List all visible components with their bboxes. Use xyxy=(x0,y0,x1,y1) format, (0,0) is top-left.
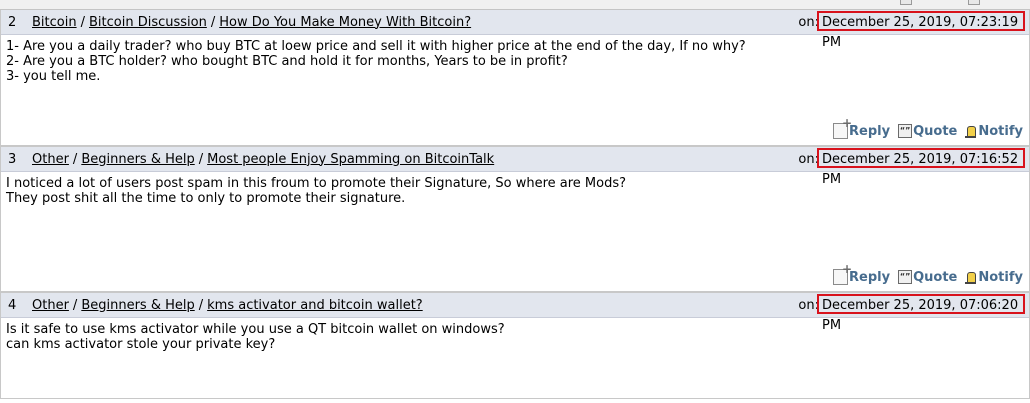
post-date: December 25, 2019, 07:16:52 PM xyxy=(817,148,1025,187)
topic-link[interactable]: How Do You Make Money With Bitcoin? xyxy=(219,15,471,30)
post-number: 3 xyxy=(8,151,17,167)
reply-label: Reply xyxy=(849,269,891,285)
breadcrumb: Other / Beginners & Help / kms activator and… xyxy=(32,297,423,313)
notify-button[interactable]: Notify xyxy=(965,124,1023,139)
post-body: 1- Are you a daily trader? who buy BTC a… xyxy=(1,35,1029,145)
notify-icon xyxy=(965,270,977,284)
post-number: 4 xyxy=(8,297,17,313)
post-3: 3 Other / Beginners & Help / Most people Enj… xyxy=(0,146,1030,292)
board-link[interactable]: Beginners & Help xyxy=(81,152,194,167)
quote-label: Quote xyxy=(913,269,958,285)
post-line: 3- you tell me. xyxy=(6,69,101,84)
board-link[interactable]: Other xyxy=(32,298,69,313)
notify-label: Notify xyxy=(978,123,1023,139)
post-line: 2- Are you a BTC holder? who bought BTC … xyxy=(6,54,568,69)
post-body: Is it safe to use kms activator while yo… xyxy=(1,318,1029,398)
post-line: can kms activator stole your private key… xyxy=(6,337,276,352)
quote-icon: “” xyxy=(898,270,913,284)
post-number: 2 xyxy=(8,14,17,30)
reply-button[interactable]: Reply xyxy=(833,262,891,285)
topic-link[interactable]: kms activator and bitcoin wallet? xyxy=(207,298,423,313)
quote-button[interactable]: “” Quote xyxy=(898,270,957,285)
post-4: 4 Other / Beginners & Help / kms activator a… xyxy=(0,292,1030,399)
post-header: 4 Other / Beginners & Help / kms activator a… xyxy=(1,292,1029,333)
reply-label: Reply xyxy=(849,123,891,139)
reply-icon xyxy=(833,262,852,285)
quote-label: Quote xyxy=(913,123,958,139)
post-actions: Reply “”Quote Notify xyxy=(833,116,1023,139)
post-line: I noticed a lot of users post spam in th… xyxy=(6,176,627,191)
post-header: 2 Bitcoin / Bitcoin Discussion / How Do You … xyxy=(1,10,1029,50)
post-2: 2 Bitcoin / Bitcoin Discussion / How Do You … xyxy=(0,10,1030,146)
previous-post-footer xyxy=(0,0,1030,10)
notify-label: Notify xyxy=(978,269,1023,285)
reply-icon xyxy=(833,116,852,139)
post-header: 3 Other / Beginners & Help / Most people Enj… xyxy=(1,146,1029,187)
on-label: on: xyxy=(798,152,819,167)
board-link[interactable]: Bitcoin Discussion xyxy=(89,15,207,30)
board-link[interactable]: Beginners & Help xyxy=(81,298,194,313)
post-line: They post shit all the time to only to p… xyxy=(6,191,406,206)
post-actions: Reply “”Quote Notify xyxy=(833,262,1023,285)
notify-icon xyxy=(965,124,977,138)
quote-icon[interactable] xyxy=(900,0,912,5)
post-date: December 25, 2019, 07:06:20 PM xyxy=(817,294,1025,333)
breadcrumb: Bitcoin / Bitcoin Discussion / How Do You Ma… xyxy=(32,14,472,30)
reply-button[interactable]: Reply xyxy=(833,116,891,139)
topic-link[interactable]: Most people Enjoy Spamming on BitcoinTal… xyxy=(207,152,494,167)
quote-button[interactable]: “” Quote xyxy=(898,124,957,139)
breadcrumb: Other / Beginners & Help / Most people Enjoy… xyxy=(32,151,495,167)
post-line: 1- Are you a daily trader? who buy BTC a… xyxy=(6,39,746,54)
post-body: I noticed a lot of users post spam in th… xyxy=(1,172,1029,291)
post-line: Is it safe to use kms activator while yo… xyxy=(6,322,505,337)
on-label: on: xyxy=(798,298,819,313)
notify-button[interactable]: Notify xyxy=(965,270,1023,285)
quote-icon: “” xyxy=(898,124,913,138)
board-link[interactable]: Bitcoin xyxy=(32,15,77,30)
board-link[interactable]: Other xyxy=(32,152,69,167)
on-label: on: xyxy=(798,15,819,30)
notify-icon[interactable] xyxy=(968,0,980,5)
post-date: December 25, 2019, 07:23:19 PM xyxy=(817,11,1025,50)
